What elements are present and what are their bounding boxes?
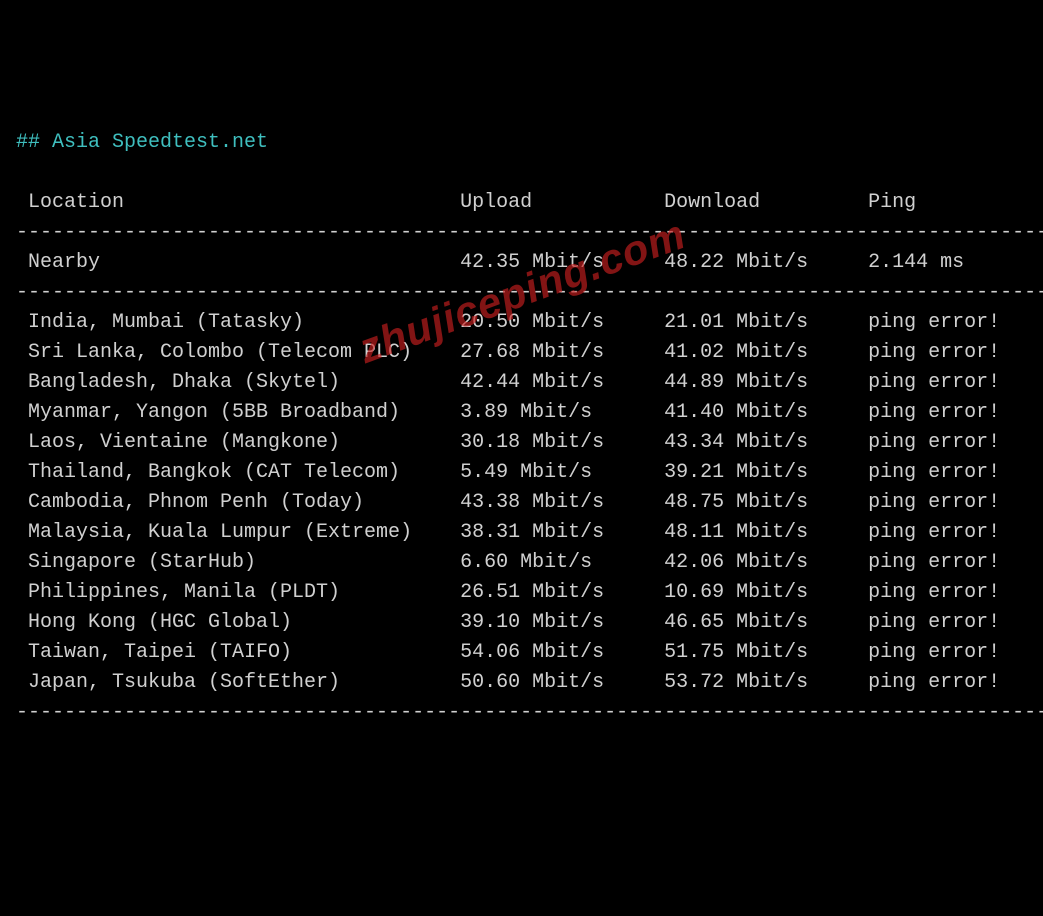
table-row: Bangladesh, Dhaka (Skytel) 42.44 Mbit/s … [16, 368, 1027, 398]
table-row: India, Mumbai (Tatasky) 20.50 Mbit/s 21.… [16, 308, 1027, 338]
table-row: Hong Kong (HGC Global) 39.10 Mbit/s 46.6… [16, 608, 1027, 638]
table-row: Japan, Tsukuba (SoftEther) 50.60 Mbit/s … [16, 668, 1027, 698]
table-row: Cambodia, Phnom Penh (Today) 43.38 Mbit/… [16, 488, 1027, 518]
table-row: Singapore (StarHub) 6.60 Mbit/s 42.06 Mb… [16, 548, 1027, 578]
table-row: Philippines, Manila (PLDT) 26.51 Mbit/s … [16, 578, 1027, 608]
nearby-row: Nearby 42.35 Mbit/s 48.22 Mbit/s 2.144 m… [16, 251, 964, 274]
table-row: Taiwan, Taipei (TAIFO) 54.06 Mbit/s 51.7… [16, 638, 1027, 668]
table-row: Myanmar, Yangon (5BB Broadband) 3.89 Mbi… [16, 398, 1027, 428]
header-row: Location Upload Download Ping [16, 191, 916, 214]
table-row: Sri Lanka, Colombo (Telecom PLC) 27.68 M… [16, 338, 1027, 368]
results-body: India, Mumbai (Tatasky) 20.50 Mbit/s 21.… [16, 308, 1027, 698]
table-row: Laos, Vientaine (Mangkone) 30.18 Mbit/s … [16, 428, 1027, 458]
table-row: Malaysia, Kuala Lumpur (Extreme) 38.31 M… [16, 518, 1027, 548]
divider-line: ----------------------------------------… [16, 281, 1043, 304]
divider-line: ----------------------------------------… [16, 221, 1043, 244]
table-row: Thailand, Bangkok (CAT Telecom) 5.49 Mbi… [16, 458, 1027, 488]
section-title: ## Asia Speedtest.net [16, 131, 268, 154]
divider-line: ----------------------------------------… [16, 701, 1043, 724]
